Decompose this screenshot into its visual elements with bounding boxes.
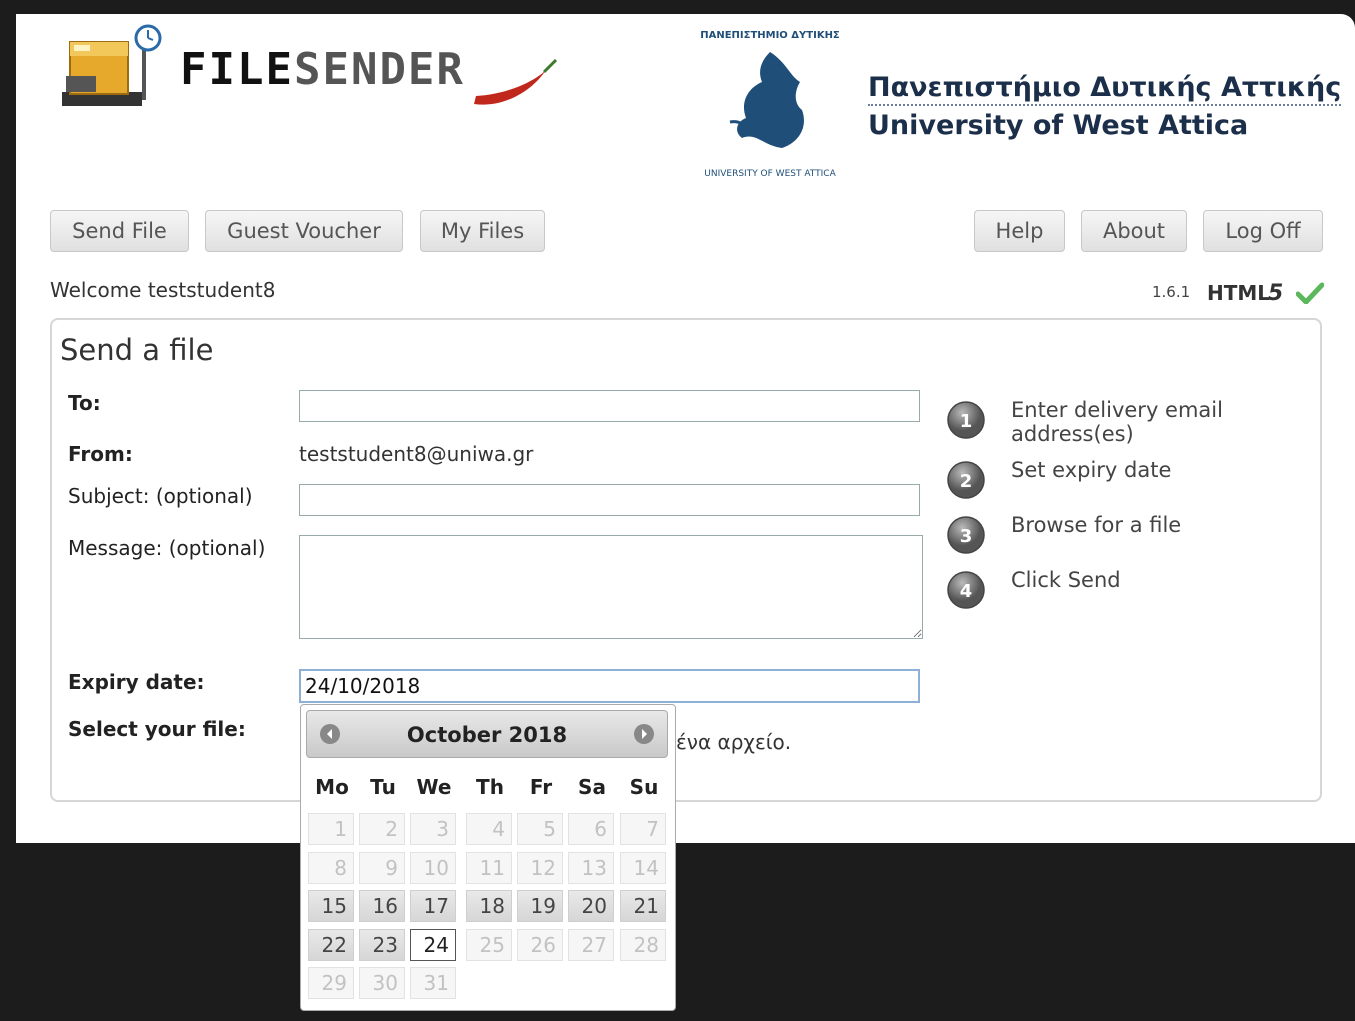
- calendar-day: 8: [308, 852, 354, 884]
- calendar-day[interactable]: 15: [308, 890, 354, 922]
- calendar-day: 9: [359, 852, 405, 884]
- step-4-icon: 4: [946, 570, 986, 614]
- calendar-day: 14: [620, 852, 666, 884]
- weekday-header: Th: [476, 775, 504, 799]
- university-name-english: University of West Attica: [868, 110, 1249, 141]
- calendar-day[interactable]: 21: [620, 890, 666, 922]
- step-2-text: Set expiry date: [1011, 458, 1172, 482]
- filesender-logo: FILESENDER: [180, 44, 465, 95]
- message-textarea[interactable]: [299, 535, 923, 639]
- svg-text:4: 4: [960, 581, 973, 602]
- calendar-day: 5: [517, 813, 563, 845]
- step-4-text: Click Send: [1011, 568, 1121, 592]
- weekday-header: Sa: [578, 775, 606, 799]
- from-value: teststudent8@uniwa.gr: [299, 442, 534, 466]
- step-3-icon: 3: [946, 515, 986, 559]
- university-seal-icon: ΠΑΝΕΠΙΣΤΗΜΙΟ ΔΥΤΙΚΗΣ UNIVERSITY OF WEST …: [690, 22, 850, 186]
- html5-icon: 5: [1266, 280, 1292, 308]
- to-input[interactable]: [299, 390, 920, 422]
- calendar-day: 2: [359, 813, 405, 845]
- calendar-day[interactable]: 22: [308, 929, 354, 961]
- guest-voucher-button[interactable]: Guest Voucher: [205, 210, 403, 252]
- welcome-message: Welcome teststudent8: [50, 278, 276, 302]
- calendar-day[interactable]: 20: [568, 890, 614, 922]
- calendar-day: 12: [517, 852, 563, 884]
- step-3-text: Browse for a file: [1011, 513, 1182, 537]
- calendar-day[interactable]: 19: [517, 890, 563, 922]
- weekday-header: Su: [629, 775, 659, 799]
- calendar-day[interactable]: 17: [410, 890, 456, 922]
- calendar-day: 6: [568, 813, 614, 845]
- calendar-day: 13: [568, 852, 614, 884]
- step-1-text: Enter delivery email address(es): [1011, 398, 1223, 446]
- version-label: 1.6.1: [1152, 283, 1191, 301]
- send-file-button[interactable]: Send File: [50, 210, 189, 252]
- svg-text:2: 2: [960, 471, 973, 492]
- university-name-greek: Πανεπιστήμιο Δυτικής Αττικής: [868, 72, 1342, 106]
- panel-title: Send a file: [60, 333, 214, 367]
- log-off-button[interactable]: Log Off: [1203, 210, 1323, 252]
- weekday-header: Tu: [370, 775, 396, 799]
- calendar-day[interactable]: 16: [359, 890, 405, 922]
- calendar-day: 28: [620, 929, 666, 961]
- subject-input[interactable]: [299, 484, 920, 516]
- calendar-day: 29: [308, 967, 354, 999]
- calendar-day: 27: [568, 929, 614, 961]
- subject-label: Subject: (optional): [68, 484, 253, 508]
- expiry-date-input[interactable]: [299, 669, 920, 703]
- calendar-day: 7: [620, 813, 666, 845]
- check-icon: [1295, 282, 1325, 308]
- chili-pepper-icon: [470, 56, 560, 116]
- message-label: Message: (optional): [68, 536, 266, 560]
- svg-text:ΠΑΝΕΠΙΣΤΗΜΙΟ ΔΥΤΙΚΗΣ: ΠΑΝΕΠΙΣΤΗΜΙΟ ΔΥΤΙΚΗΣ: [700, 30, 840, 41]
- calendar-day: 3: [410, 813, 456, 845]
- calendar-day: 31: [410, 967, 456, 999]
- calendar-day-selected[interactable]: 24: [410, 929, 456, 961]
- calendar-day: 10: [410, 852, 456, 884]
- about-button[interactable]: About: [1081, 210, 1187, 252]
- calendar-day[interactable]: 18: [466, 890, 512, 922]
- help-button[interactable]: Help: [974, 210, 1065, 252]
- step-1-icon: 1: [946, 400, 986, 444]
- html5-label: HTML: [1207, 281, 1271, 305]
- svg-text:UNIVERSITY OF WEST ATTICA: UNIVERSITY OF WEST ATTICA: [704, 169, 836, 179]
- file-select-hint: ένα αρχείο.: [676, 730, 792, 754]
- svg-text:3: 3: [960, 526, 973, 547]
- step-2-icon: 2: [946, 460, 986, 504]
- svg-text:1: 1: [960, 411, 973, 432]
- calendar-day: 26: [517, 929, 563, 961]
- weekday-header: We: [416, 775, 452, 799]
- calendar-day[interactable]: 23: [359, 929, 405, 961]
- svg-text:5: 5: [1268, 281, 1283, 304]
- filesender-box-icon: [60, 20, 165, 116]
- select-file-label: Select your file:: [68, 717, 246, 741]
- to-label: To:: [68, 391, 101, 415]
- next-month-icon[interactable]: [633, 723, 655, 749]
- weekday-header: Fr: [529, 775, 553, 799]
- expiry-date-label: Expiry date:: [68, 670, 205, 694]
- my-files-button[interactable]: My Files: [420, 210, 545, 252]
- calendar-day: 30: [359, 967, 405, 999]
- datepicker-month-title: October 2018: [406, 723, 568, 747]
- datepicker-header: October 2018: [306, 710, 668, 758]
- calendar-day: 11: [466, 852, 512, 884]
- weekday-header: Mo: [315, 775, 349, 799]
- calendar-day: 25: [466, 929, 512, 961]
- calendar-day: 4: [466, 813, 512, 845]
- calendar-day: 1: [308, 813, 354, 845]
- from-label: From:: [68, 442, 133, 466]
